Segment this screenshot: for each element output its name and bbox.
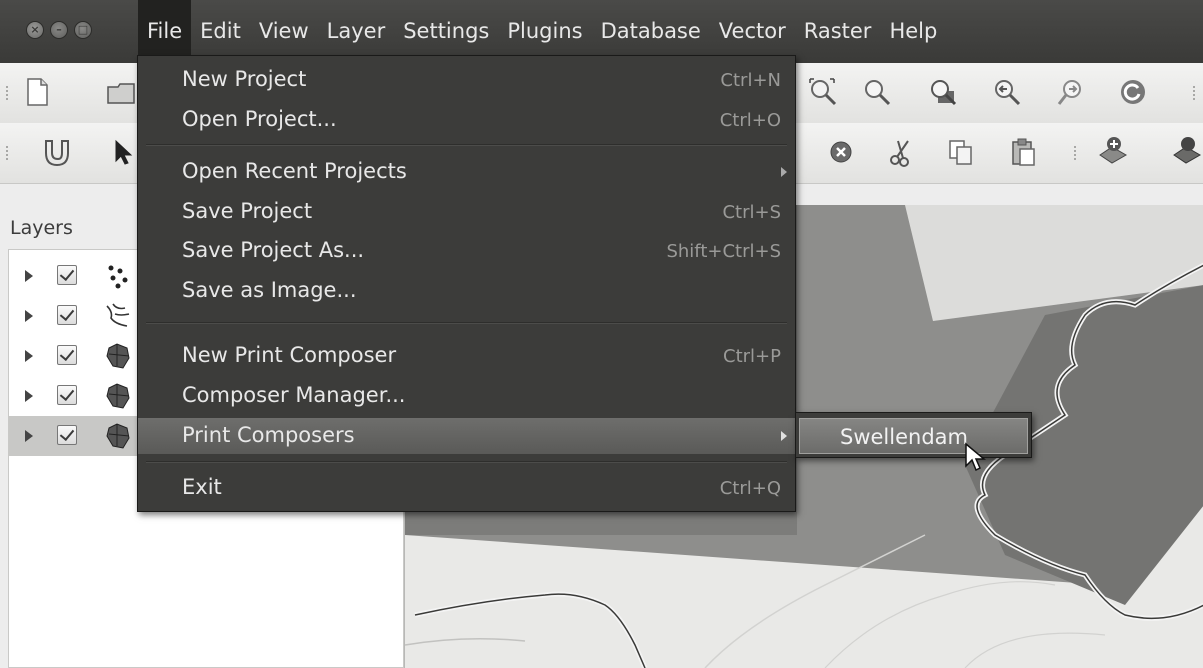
- zoom-to-layer-icon[interactable]: [928, 77, 958, 107]
- submenu-arrow-icon: [781, 167, 787, 177]
- menu-help[interactable]: Help: [880, 0, 946, 63]
- menu-item-label: Save as Image...: [182, 278, 357, 302]
- close-icon: ×: [30, 23, 40, 36]
- menu-item-open-recent-projects[interactable]: Open Recent Projects: [138, 154, 795, 190]
- menu-item-shortcut: Ctrl+P: [723, 346, 781, 367]
- menu-items: File Edit View Layer Settings Plugins Da…: [138, 0, 946, 63]
- menu-separator: [146, 322, 787, 324]
- menu-item-label: Open Project...: [182, 107, 337, 131]
- expand-arrow-icon[interactable]: [25, 430, 33, 442]
- polygon-layer-icon: [106, 423, 130, 449]
- expand-arrow-icon[interactable]: [25, 350, 33, 362]
- window-close-button[interactable]: ×: [26, 21, 44, 39]
- paste-icon[interactable]: [1008, 137, 1038, 167]
- menu-item-label: Save Project As...: [182, 238, 365, 262]
- menu-database[interactable]: Database: [592, 0, 710, 63]
- menu-raster[interactable]: Raster: [795, 0, 881, 63]
- menu-item-new-print-composer[interactable]: New Print Composer Ctrl+P: [138, 338, 795, 374]
- points-layer-icon: [108, 265, 128, 289]
- new-project-icon[interactable]: [22, 77, 52, 107]
- toolbar-grip[interactable]: [6, 86, 12, 100]
- menu-plugins[interactable]: Plugins: [498, 0, 591, 63]
- menu-file[interactable]: File: [138, 0, 192, 63]
- menu-settings[interactable]: Settings: [394, 0, 498, 63]
- layer-visibility-checkbox[interactable]: [57, 265, 77, 285]
- zoom-next-icon[interactable]: [1056, 77, 1086, 107]
- cut-icon[interactable]: [886, 137, 916, 167]
- expand-arrow-icon[interactable]: [25, 310, 33, 322]
- menu-item-label: Composer Manager...: [182, 383, 406, 407]
- menu-item-label: New Print Composer: [182, 343, 397, 367]
- file-menu-dropdown: New Project Ctrl+N Open Project... Ctrl+…: [137, 55, 796, 512]
- menu-item-composer-manager[interactable]: Composer Manager...: [138, 378, 795, 414]
- refresh-icon[interactable]: [1118, 77, 1148, 107]
- layer-visibility-checkbox[interactable]: [57, 425, 77, 445]
- menu-edit[interactable]: Edit: [191, 0, 250, 63]
- toolbar-grip[interactable]: [1074, 146, 1080, 160]
- copy-icon[interactable]: [946, 137, 976, 167]
- open-project-icon[interactable]: [106, 77, 136, 107]
- menu-item-shortcut: Ctrl+N: [720, 70, 781, 91]
- menu-item-open-project[interactable]: Open Project... Ctrl+O: [138, 102, 795, 138]
- zoom-last-icon[interactable]: [992, 77, 1022, 107]
- submenu-item-label: Swellendam: [840, 425, 968, 449]
- toolbar-grip[interactable]: [1193, 86, 1199, 100]
- add-raster-layer-icon[interactable]: [1172, 135, 1202, 165]
- submenu-item-swellendam[interactable]: Swellendam: [799, 418, 1028, 454]
- menu-item-new-project[interactable]: New Project Ctrl+N: [138, 62, 795, 98]
- window-maximize-button[interactable]: □: [74, 21, 92, 39]
- menu-item-label: Open Recent Projects: [182, 159, 407, 183]
- menu-view[interactable]: View: [250, 0, 318, 63]
- menu-separator: [146, 144, 787, 146]
- menu-item-label: Print Composers: [182, 423, 355, 447]
- maximize-icon: □: [77, 23, 89, 36]
- menu-item-save-project[interactable]: Save Project Ctrl+S: [138, 194, 795, 230]
- menu-vector[interactable]: Vector: [710, 0, 795, 63]
- expand-arrow-icon[interactable]: [25, 390, 33, 402]
- menu-item-save-as-image[interactable]: Save as Image...: [138, 273, 795, 309]
- menu-bar: × – □ File Edit View Layer Settings Plug…: [0, 0, 1203, 63]
- menu-item-label: New Project: [182, 67, 307, 91]
- add-vector-layer-icon[interactable]: [1098, 135, 1128, 165]
- menu-item-shortcut: Shift+Ctrl+S: [666, 241, 781, 262]
- menu-item-save-project-as[interactable]: Save Project As... Shift+Ctrl+S: [138, 233, 795, 269]
- menu-item-label: Save Project: [182, 199, 313, 223]
- mouse-cursor-icon: [965, 442, 986, 472]
- layers-panel-title: Layers: [10, 217, 73, 239]
- select-cursor-icon[interactable]: [110, 137, 140, 167]
- polygon-layer-icon: [106, 383, 130, 409]
- window-minimize-button[interactable]: –: [50, 21, 68, 39]
- menu-layer[interactable]: Layer: [318, 0, 395, 63]
- magnet-icon[interactable]: [40, 137, 70, 167]
- menu-item-label: Exit: [182, 475, 222, 499]
- menu-item-shortcut: Ctrl+Q: [719, 478, 781, 499]
- lines-layer-icon: [106, 303, 130, 327]
- expand-arrow-icon[interactable]: [25, 270, 33, 282]
- submenu-arrow-icon: [781, 431, 787, 441]
- minimize-icon: –: [56, 23, 62, 36]
- zoom-full-icon[interactable]: [808, 77, 838, 107]
- layer-visibility-checkbox[interactable]: [57, 385, 77, 405]
- menu-item-print-composers[interactable]: Print Composers: [138, 418, 795, 454]
- layer-visibility-checkbox[interactable]: [57, 345, 77, 365]
- print-composers-submenu: Swellendam: [795, 412, 1032, 458]
- menu-item-exit[interactable]: Exit Ctrl+Q: [138, 470, 795, 506]
- delete-selected-icon[interactable]: [826, 137, 856, 167]
- zoom-icon[interactable]: [862, 77, 892, 107]
- polygon-layer-icon: [106, 343, 130, 369]
- menu-item-shortcut: Ctrl+O: [719, 110, 781, 131]
- menu-item-shortcut: Ctrl+S: [722, 202, 781, 223]
- menu-separator: [146, 461, 787, 463]
- layer-visibility-checkbox[interactable]: [57, 305, 77, 325]
- toolbar-grip[interactable]: [6, 146, 12, 160]
